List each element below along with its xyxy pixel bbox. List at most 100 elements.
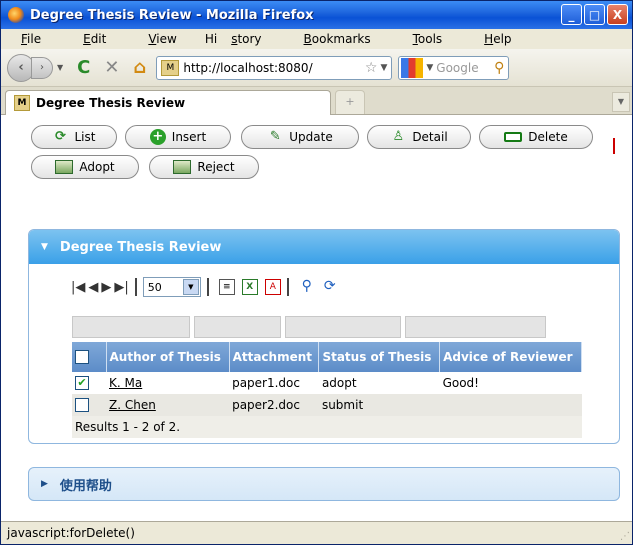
browser-window: Degree Thesis Review - Mozilla Firefox _… xyxy=(0,0,633,545)
url-bar[interactable]: M http://localhost:8080/ ☆ ▼ xyxy=(156,55,393,80)
attachment-cell: paper2.doc xyxy=(229,394,319,416)
title-bar[interactable]: Degree Thesis Review - Mozilla Firefox _… xyxy=(1,1,632,29)
menu-bookmarks[interactable]: Bookmarks xyxy=(290,32,385,46)
tab-site-icon: M xyxy=(14,95,30,111)
table-footer: Results 1 - 2 of 2. xyxy=(72,416,582,438)
toolbar-divider xyxy=(286,278,289,296)
row-checkbox[interactable]: ✔ xyxy=(75,376,89,391)
search-engine-icon[interactable] xyxy=(401,57,424,78)
column-header[interactable]: Author of Thesis xyxy=(106,342,230,372)
stop-icon[interactable]: ✕ xyxy=(104,57,119,78)
status-cell: submit xyxy=(318,394,440,416)
author-link[interactable]: Z. Chen xyxy=(109,398,156,412)
minimize-button[interactable]: _ xyxy=(561,4,582,25)
grid-toolbar: |◀ ◀ ▶ ▶| 50 ▼ ≡ X A ⚲ ⟳ xyxy=(71,276,338,298)
column-header[interactable]: Advice of Reviewer xyxy=(439,342,582,372)
menu-edit[interactable]: Edit xyxy=(69,32,120,46)
filter-author[interactable] xyxy=(72,316,190,338)
last-page-icon[interactable]: ▶| xyxy=(114,280,128,295)
filter-status[interactable] xyxy=(285,316,401,338)
column-header[interactable]: Status of Thesis xyxy=(318,342,441,372)
forward-button[interactable]: › xyxy=(31,56,53,79)
search-icon[interactable]: ⚲ xyxy=(494,60,504,76)
update-button[interactable]: ✎ Update xyxy=(241,125,359,149)
page-content: ⟳ List + Insert ✎ Update ♙ Detail Delete xyxy=(1,115,632,521)
reload-icon[interactable]: C xyxy=(77,57,90,78)
maximize-button[interactable]: □ xyxy=(584,4,605,25)
tab-degree-thesis-review[interactable]: M Degree Thesis Review xyxy=(5,90,331,115)
close-button[interactable]: X xyxy=(607,4,628,25)
detail-button[interactable]: ♙ Detail xyxy=(367,125,471,149)
attachment-cell: paper1.doc xyxy=(229,372,319,394)
table-row[interactable]: Z. Chen paper2.doc submit xyxy=(72,394,582,416)
filter-advice[interactable] xyxy=(405,316,546,338)
plus-icon: + xyxy=(149,129,166,145)
next-page-icon[interactable]: ▶ xyxy=(101,280,111,295)
help-title: 使用帮助 xyxy=(59,478,112,494)
search-placeholder: Google xyxy=(436,60,479,75)
first-page-icon[interactable]: |◀ xyxy=(71,280,85,295)
filter-row xyxy=(72,316,578,338)
help-panel-header[interactable]: ▶ 使用帮助 xyxy=(28,467,620,501)
thesis-table: Author of Thesis Attachment Status of Th… xyxy=(72,342,582,438)
page-size-select[interactable]: 50 ▼ xyxy=(142,277,201,297)
advice-cell: Good! xyxy=(439,372,582,394)
adopt-button[interactable]: Adopt xyxy=(31,155,139,179)
delete-button[interactable]: Delete xyxy=(479,125,593,149)
row-select-cell: ✔ xyxy=(72,372,106,394)
column-header[interactable]: Attachment xyxy=(229,342,320,372)
row-checkbox[interactable] xyxy=(75,398,89,413)
menu-history[interactable]: Hi story xyxy=(205,32,276,46)
site-icon: M xyxy=(161,59,180,76)
tab-bar: M Degree Thesis Review + ▼ xyxy=(1,87,632,115)
search-box[interactable]: ▼ Google ⚲ xyxy=(398,55,510,80)
menu-bar: File Edit View Hi story Bookmarks Tools H… xyxy=(1,29,632,49)
menu-view[interactable]: View xyxy=(134,32,190,46)
tab-list-dropdown-icon[interactable]: ▼ xyxy=(612,92,630,112)
table-row[interactable]: ✔ K. Ma paper1.doc adopt Good! xyxy=(72,372,582,394)
expand-triangle-icon: ▶ xyxy=(41,479,48,489)
search-icon[interactable]: ⚲ xyxy=(298,279,315,295)
bookmark-star-icon[interactable]: ☆ xyxy=(365,60,378,76)
menu-tools[interactable]: Tools xyxy=(399,32,457,46)
export-text-icon[interactable]: ≡ xyxy=(218,279,235,295)
new-tab-button[interactable]: + xyxy=(335,90,365,114)
export-pdf-icon[interactable]: A xyxy=(264,279,281,295)
table-header-row: Author of Thesis Attachment Status of Th… xyxy=(72,342,582,372)
toolbar-divider xyxy=(134,278,137,296)
home-icon[interactable]: ⌂ xyxy=(133,57,146,78)
author-link[interactable]: K. Ma xyxy=(109,376,142,390)
tab-label: Degree Thesis Review xyxy=(36,96,186,110)
previous-page-icon[interactable]: ◀ xyxy=(88,280,98,295)
back-arrow-icon: ‹ xyxy=(18,60,24,75)
dropdown-arrow-icon[interactable]: ▼ xyxy=(182,279,199,295)
review-panel: ▼ Degree Thesis Review |◀ ◀ ▶ ▶| 50 ▼ ≡ … xyxy=(28,229,620,444)
history-dropdown-icon[interactable]: ▼ xyxy=(57,63,63,72)
author-cell: Z. Chen xyxy=(106,394,230,416)
panel-title: Degree Thesis Review xyxy=(59,239,222,255)
url-text[interactable]: http://localhost:8080/ xyxy=(183,61,362,75)
form-icon xyxy=(55,160,74,174)
url-dropdown-icon[interactable]: ▼ xyxy=(380,63,387,73)
refresh-list-icon: ⟳ xyxy=(55,129,66,144)
window-controls: _ □ X xyxy=(561,4,628,25)
refresh-icon[interactable]: ⟳ xyxy=(321,279,338,295)
list-button[interactable]: ⟳ List xyxy=(31,125,117,149)
person-icon: ♙ xyxy=(392,129,405,144)
window-title: Degree Thesis Review - Mozilla Firefox xyxy=(30,7,314,23)
form-icon xyxy=(173,160,192,174)
search-engine-dropdown-icon[interactable]: ▼ xyxy=(426,63,433,73)
pencil-icon: ✎ xyxy=(269,129,281,144)
select-all-checkbox[interactable] xyxy=(75,350,89,365)
resize-grip-icon[interactable]: ⋰ xyxy=(620,531,630,542)
review-panel-header[interactable]: ▼ Degree Thesis Review xyxy=(29,230,619,264)
insert-button[interactable]: + Insert xyxy=(125,125,231,149)
filter-attachment[interactable] xyxy=(194,316,281,338)
menu-help[interactable]: Help xyxy=(470,32,525,46)
export-excel-icon[interactable]: X xyxy=(241,279,258,295)
reject-button[interactable]: Reject xyxy=(149,155,259,179)
navigation-toolbar: ‹ › ▼ C ✕ ⌂ M http://localhost:8080/ ☆ ▼… xyxy=(1,49,632,87)
status-bar: javascript:forDelete() ⋰ xyxy=(1,521,632,544)
menu-file[interactable]: File xyxy=(7,32,55,46)
status-cell: adopt xyxy=(318,372,440,394)
